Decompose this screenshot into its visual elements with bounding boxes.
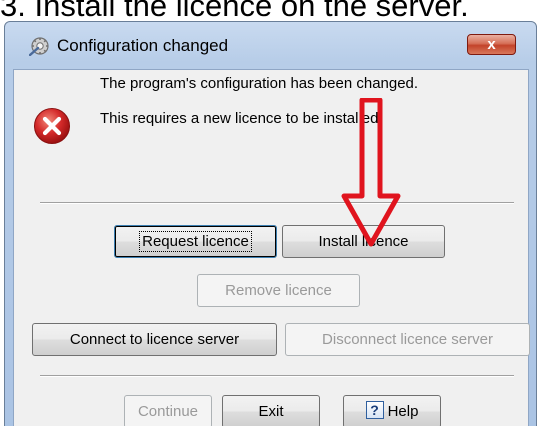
gear-icon bbox=[28, 36, 51, 57]
request-licence-label: Request licence bbox=[139, 231, 252, 252]
separator-bottom bbox=[40, 375, 514, 377]
help-label: Help bbox=[387, 403, 419, 420]
continue-button[interactable]: Continue bbox=[124, 395, 212, 426]
connect-licence-server-button[interactable]: Connect to licence server bbox=[32, 323, 277, 356]
dialog-title: Configuration changed bbox=[57, 36, 229, 55]
message-line-2: This requires a new licence to be instal… bbox=[100, 110, 383, 127]
error-icon bbox=[33, 107, 71, 145]
request-licence-button[interactable]: Request licence bbox=[114, 225, 277, 258]
help-icon: ? bbox=[365, 401, 384, 420]
disconnect-licence-server-button[interactable]: Disconnect licence server bbox=[285, 323, 530, 356]
dialog-titlebar[interactable]: Configuration changed x bbox=[5, 22, 536, 70]
screenshot: 3. Install the licence on the server. Co… bbox=[0, 0, 537, 426]
separator-top bbox=[40, 202, 514, 204]
install-licence-button[interactable]: Install licence bbox=[282, 225, 445, 258]
dialog-client-area: The program's configuration has been cha… bbox=[13, 69, 530, 426]
remove-licence-button[interactable]: Remove licence bbox=[197, 274, 360, 307]
help-button[interactable]: ? Help bbox=[343, 395, 441, 426]
close-button[interactable]: x bbox=[467, 34, 516, 55]
configuration-dialog: Configuration changed x The program's co… bbox=[4, 21, 537, 426]
message-line-1: The program's configuration has been cha… bbox=[100, 75, 419, 92]
exit-button[interactable]: Exit bbox=[222, 395, 320, 426]
